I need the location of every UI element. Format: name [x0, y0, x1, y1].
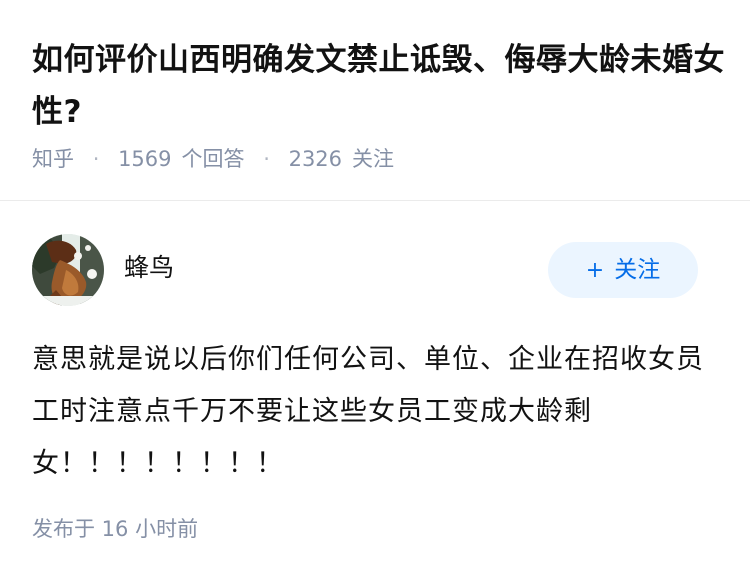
published-time: 发布于 16 小时前	[32, 517, 199, 541]
follow-button-label: 关注	[614, 257, 661, 283]
answer-count-label: 个回答	[181, 147, 245, 171]
avatar-photo-icon	[32, 234, 104, 306]
answer-content[interactable]: 意思就是说以后你们任何公司、单位、企业在招收女员工时注意点千万不要让这些女员工变…	[32, 334, 718, 490]
meta-separator: ·	[263, 147, 270, 171]
avatar[interactable]	[32, 234, 104, 306]
question-title[interactable]: 如何评价山西明确发文禁止诋毁、侮辱大龄未婚女性?	[32, 34, 732, 138]
follow-button[interactable]: + 关注	[548, 242, 698, 298]
answer-page: 如何评价山西明确发文禁止诋毁、侮辱大龄未婚女性? 知乎 · 1569 个回答 · …	[0, 0, 750, 580]
author-name[interactable]: 蜂鸟	[124, 250, 174, 286]
follower-count-label: 关注	[352, 147, 395, 171]
answer-count: 1569	[118, 147, 172, 171]
question-meta: 知乎 · 1569 个回答 · 2326 关注	[32, 142, 394, 176]
question-header: 如何评价山西明确发文禁止诋毁、侮辱大龄未婚女性? 知乎 · 1569 个回答 · …	[0, 0, 750, 201]
source-label[interactable]: 知乎	[32, 147, 74, 171]
follower-count: 2326	[288, 147, 343, 171]
meta-separator: ·	[92, 147, 100, 171]
plus-icon: +	[585, 258, 605, 283]
author-row: 蜂鸟 + 关注	[32, 234, 718, 306]
